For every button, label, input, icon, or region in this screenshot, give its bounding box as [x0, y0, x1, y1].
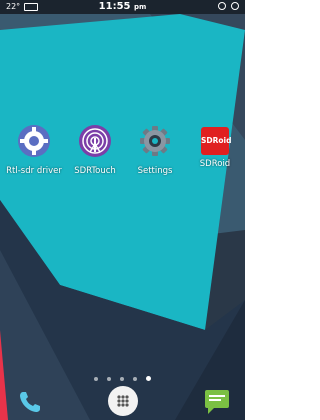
clock-time: 11:55 [98, 1, 131, 12]
sync-icon [218, 2, 226, 10]
app-label: SDRoid [199, 159, 231, 169]
sdrtouch-antenna-icon [79, 125, 111, 157]
page-dot[interactable] [120, 377, 124, 381]
app-sdrtouch[interactable]: SDRTouch [65, 124, 125, 177]
messaging-icon[interactable] [202, 386, 232, 416]
wallpaper [0, 0, 245, 420]
rtl-sdr-gear-icon [18, 125, 50, 157]
home-screen: 22° 11:55 pm Rtl-sdr driver SDRTouch Set… [0, 0, 245, 420]
app-settings[interactable]: Settings [125, 124, 185, 177]
app-label: SDRTouch [74, 166, 116, 176]
app-rtl-sdr-driver[interactable]: Rtl-sdr driver [4, 124, 64, 177]
page-dot-active[interactable] [146, 376, 152, 381]
settings-gear-icon [140, 126, 170, 156]
sdroid-icon: SDRoid [201, 127, 232, 155]
page-dot[interactable] [93, 377, 98, 381]
clock: 11:55 pm [0, 0, 245, 14]
app-label: Settings [137, 166, 173, 176]
page-dot[interactable] [133, 377, 138, 381]
page-indicator [0, 366, 245, 385]
dock [0, 384, 245, 420]
app-sdroid[interactable]: SDRoid SDRoid [185, 124, 245, 170]
app-label: Rtl-sdr driver [6, 166, 62, 176]
grid-dots-icon [117, 395, 129, 407]
clock-suffix: pm [134, 3, 147, 11]
app-drawer-icon[interactable] [108, 386, 138, 416]
status-bar: 22° 11:55 pm [0, 0, 245, 14]
status-right [218, 2, 239, 10]
phone-icon[interactable] [16, 388, 44, 416]
page-dot[interactable] [106, 377, 111, 381]
target-icon [231, 2, 239, 10]
